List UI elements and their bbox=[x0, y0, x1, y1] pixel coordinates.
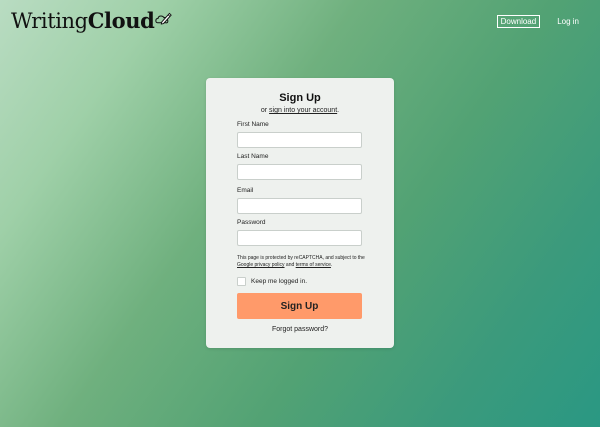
login-link[interactable]: Log in bbox=[557, 17, 579, 26]
subtitle-suffix: . bbox=[337, 107, 340, 114]
keep-logged-in-checkbox[interactable] bbox=[237, 277, 246, 286]
terms-of-service-link[interactable]: terms of service bbox=[296, 262, 331, 268]
first-name-label: First Name bbox=[237, 121, 269, 128]
signup-title: Sign Up bbox=[279, 92, 321, 104]
first-name-field[interactable] bbox=[237, 132, 362, 148]
keep-logged-in[interactable]: Keep me logged in. bbox=[237, 277, 307, 286]
download-button[interactable]: Download bbox=[496, 15, 541, 28]
logo[interactable]: Writing Cloud bbox=[11, 8, 173, 33]
logo-text-writing: Writing bbox=[11, 8, 88, 33]
recaptcha-text-3: . bbox=[330, 262, 333, 268]
recaptcha-text-2: and bbox=[284, 262, 296, 268]
logo-text-cloud: Cloud bbox=[87, 8, 155, 33]
top-nav: Download Log in bbox=[496, 15, 579, 28]
privacy-policy-link[interactable]: Google privacy policy bbox=[237, 262, 285, 268]
pen-cloud-icon bbox=[155, 12, 173, 25]
last-name-label: Last Name bbox=[237, 153, 269, 160]
subtitle-prefix: or bbox=[260, 107, 270, 114]
keep-logged-in-label[interactable]: Keep me logged in. bbox=[251, 278, 307, 285]
signin-link[interactable]: sign into your account bbox=[269, 107, 337, 114]
recaptcha-text-1: This page is protected by reCAPTCHA, and… bbox=[237, 255, 365, 261]
email-field[interactable] bbox=[237, 198, 362, 214]
signup-button[interactable]: Sign Up bbox=[237, 293, 362, 319]
last-name-field[interactable] bbox=[237, 164, 362, 180]
forgot-password-link[interactable]: Forgot password? bbox=[206, 326, 394, 333]
recaptcha-notice: This page is protected by reCAPTCHA, and… bbox=[237, 255, 365, 269]
header: Writing Cloud Download Log in bbox=[0, 0, 600, 40]
signup-subtitle: or sign into your account. bbox=[206, 107, 394, 114]
signup-card: Sign Up or sign into your account. First… bbox=[206, 78, 394, 348]
password-label: Password bbox=[237, 219, 266, 226]
email-label: Email bbox=[237, 187, 254, 194]
password-field[interactable] bbox=[237, 230, 362, 246]
